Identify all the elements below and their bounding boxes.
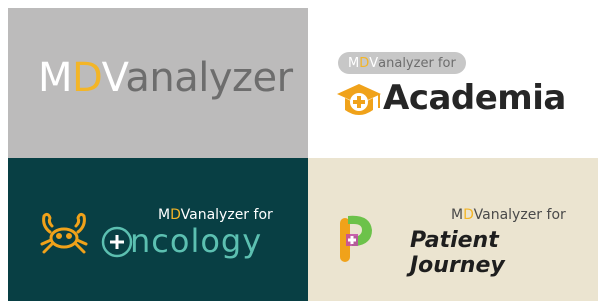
plus-circle-icon: [101, 226, 133, 258]
brand-letter-v: V: [369, 55, 379, 71]
brand-letter-d: D: [72, 55, 102, 101]
brand-analyzer-text: analyzer: [482, 207, 543, 223]
brand-letter-v: V: [180, 207, 190, 223]
brand-letter-m: M: [38, 55, 73, 101]
mdvanalyzer-for-pill: M D Vanalyzer for: [338, 52, 466, 74]
academia-logo-panel: M D Vanalyzer for Academia: [308, 8, 598, 158]
crab-icon: [40, 212, 88, 254]
patient-journey-icon: [340, 215, 372, 262]
graduation-cap-plus-icon: [337, 84, 381, 115]
oncology-title: ncology: [130, 222, 263, 260]
brand-letter-m: M: [451, 207, 464, 223]
mdvanalyzer-logo-panel: MDVanalyzer: [8, 8, 308, 158]
brand-analyzer-text: analyzer: [189, 207, 250, 223]
brand-letter-d: D: [170, 207, 181, 223]
mdvanalyzer-for-label: MDVanalyzer for: [451, 207, 566, 223]
patient-journey-logo-panel: MDVanalyzer for Patient Journey: [308, 158, 598, 301]
brand-letter-d: D: [359, 55, 370, 71]
brand-for-text: for: [542, 207, 566, 223]
brand-for-text: for: [433, 55, 456, 71]
oncology-logo-panel: MDVanalyzer for ncology: [8, 158, 308, 301]
academia-title: Academia: [383, 78, 566, 118]
brand-analyzer-text: analyzer: [378, 55, 434, 71]
brand-letter-v: V: [473, 207, 483, 223]
patient-journey-title: Patient Journey: [410, 228, 505, 278]
mdvanalyzer-for-label: MDVanalyzer for: [158, 207, 273, 223]
brand-letter-d: D: [463, 207, 474, 223]
mdvanalyzer-wordmark: MDVanalyzer: [38, 55, 293, 101]
brand-letter-v: V: [101, 55, 126, 101]
brand-for-text: for: [249, 207, 273, 223]
brand-analyzer-text: analyzer: [125, 55, 293, 101]
brand-letter-m: M: [348, 55, 360, 71]
brand-letter-m: M: [158, 207, 171, 223]
